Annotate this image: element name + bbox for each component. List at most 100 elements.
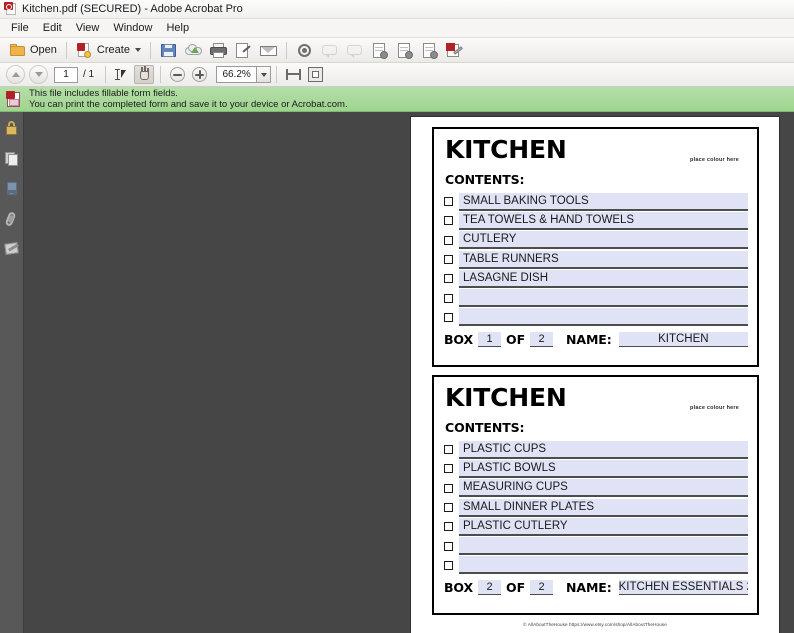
review-button[interactable] bbox=[392, 40, 417, 61]
box-total-input[interactable]: 2 bbox=[530, 580, 554, 596]
cross-out-button[interactable] bbox=[367, 40, 392, 61]
colour-note: place colour here bbox=[690, 157, 739, 163]
checkbox-field[interactable] bbox=[444, 293, 453, 303]
upload-to-cloud-button[interactable] bbox=[181, 40, 206, 61]
sidebar-item-attachments[interactable] bbox=[2, 209, 22, 229]
contents-row: SMALL DINNER PLATES bbox=[443, 498, 748, 517]
checkbox-field[interactable] bbox=[444, 235, 453, 245]
menu-item-view[interactable]: View bbox=[69, 21, 107, 35]
box-name-input[interactable]: KITCHEN bbox=[618, 332, 748, 348]
contents-input[interactable]: TABLE RUNNERS bbox=[459, 250, 748, 269]
contents-value: PLASTIC CUTLERY bbox=[463, 519, 568, 532]
contents-input[interactable]: MEASURING CUPS bbox=[459, 479, 748, 498]
checkbox-field[interactable] bbox=[444, 445, 453, 455]
main-toolbar: Open Create bbox=[0, 38, 794, 63]
checkbox-field[interactable] bbox=[444, 541, 453, 551]
contents-input[interactable]: TEA TOWELS & HAND TOWELS bbox=[459, 211, 748, 230]
menu-item-edit[interactable]: Edit bbox=[36, 21, 69, 35]
zoom-level-input[interactable]: 66.2% bbox=[216, 66, 257, 83]
checkbox-field[interactable] bbox=[444, 197, 453, 207]
checkbox-field[interactable] bbox=[444, 560, 453, 570]
name-label: NAME: bbox=[566, 580, 612, 596]
contents-input[interactable] bbox=[459, 289, 748, 308]
zoom-in-button[interactable] bbox=[189, 65, 209, 84]
contents-input[interactable]: LASAGNE DISH bbox=[459, 269, 748, 288]
open-button-label: Open bbox=[30, 44, 57, 56]
contents-input[interactable] bbox=[459, 556, 748, 575]
fit-page-button[interactable] bbox=[305, 65, 325, 84]
tools-button[interactable] bbox=[292, 40, 317, 61]
contents-row: CUTLERY bbox=[443, 231, 748, 250]
contents-input[interactable]: CUTLERY bbox=[459, 231, 748, 250]
checkbox-field[interactable] bbox=[444, 503, 453, 513]
select-tool-button[interactable] bbox=[112, 65, 132, 84]
checkbox-field[interactable] bbox=[444, 464, 453, 474]
box-name-input[interactable]: KITCHEN ESSENTIALS 2 bbox=[618, 580, 748, 596]
colour-note: place colour here bbox=[690, 405, 739, 411]
box-summary-row: BOX 2 OF 2 NAME: KITCHEN ESSENTIALS 2 bbox=[443, 580, 748, 596]
contents-input[interactable] bbox=[459, 537, 748, 556]
hand-tool-icon bbox=[136, 66, 153, 83]
next-page-button[interactable] bbox=[29, 65, 48, 84]
contents-input[interactable]: SMALL BAKING TOOLS bbox=[459, 192, 748, 211]
contents-input[interactable]: PLASTIC CUTLERY bbox=[459, 517, 748, 536]
open-button[interactable]: Open bbox=[5, 40, 61, 61]
menu-item-help[interactable]: Help bbox=[159, 21, 196, 35]
zoom-level-dropdown[interactable] bbox=[256, 66, 272, 83]
save-button[interactable] bbox=[156, 40, 181, 61]
checkbox-field[interactable] bbox=[444, 274, 453, 284]
page-number-input[interactable]: 1 bbox=[54, 66, 78, 83]
email-button[interactable] bbox=[256, 40, 281, 61]
previous-page-button[interactable] bbox=[6, 65, 25, 84]
checkbox-field[interactable] bbox=[444, 216, 453, 226]
of-label: OF bbox=[506, 332, 526, 348]
box-number-input[interactable]: 1 bbox=[478, 332, 502, 348]
checkbox-field[interactable] bbox=[444, 312, 453, 322]
box-total-input[interactable]: 2 bbox=[530, 332, 554, 348]
page-total-label: / 1 bbox=[83, 69, 95, 80]
contents-value: CUTLERY bbox=[463, 233, 517, 246]
menu-item-window[interactable]: Window bbox=[106, 21, 159, 35]
contents-rows: PLASTIC CUPS PLASTIC BOWLS MEASURING CUP… bbox=[443, 440, 748, 575]
toolbar-separator bbox=[149, 41, 151, 59]
floppy-disk-icon bbox=[160, 42, 177, 59]
text-select-icon bbox=[114, 66, 131, 83]
pdf-page: KITCHEN place colour here CONTENTS: SMAL… bbox=[411, 117, 779, 633]
sidebar-item-signatures[interactable] bbox=[2, 239, 22, 259]
document-cancel-icon bbox=[371, 42, 388, 59]
toolbar-separator bbox=[160, 66, 162, 83]
create-button-label: Create bbox=[96, 44, 130, 56]
box-number-input[interactable]: 2 bbox=[478, 580, 502, 596]
contents-input[interactable] bbox=[459, 308, 748, 327]
toolbar-separator bbox=[65, 41, 67, 59]
checkbox-field[interactable] bbox=[444, 522, 453, 532]
text-callout-button bbox=[342, 40, 367, 61]
contents-value: PLASTIC CUPS bbox=[463, 442, 547, 455]
document-approve-icon bbox=[421, 42, 438, 59]
contents-input[interactable]: PLASTIC BOWLS bbox=[459, 459, 748, 478]
approve-button[interactable] bbox=[417, 40, 442, 61]
sidebar-item-security[interactable] bbox=[2, 119, 22, 139]
fit-width-button[interactable] bbox=[283, 65, 303, 84]
comment-bubble-icon bbox=[321, 42, 338, 59]
contents-input[interactable]: SMALL DINNER PLATES bbox=[459, 498, 748, 517]
document-view[interactable]: KITCHEN place colour here CONTENTS: SMAL… bbox=[24, 112, 794, 633]
contents-row bbox=[443, 308, 748, 327]
contents-input[interactable]: PLASTIC CUPS bbox=[459, 440, 748, 459]
contents-value: MEASURING CUPS bbox=[463, 481, 568, 494]
zoom-out-button[interactable] bbox=[167, 65, 187, 84]
sidebar-item-page-thumbnails[interactable] bbox=[2, 149, 22, 169]
create-button[interactable]: Create bbox=[72, 40, 145, 61]
contents-value: PLASTIC BOWLS bbox=[463, 461, 556, 474]
print-button[interactable] bbox=[206, 40, 231, 61]
gear-icon bbox=[296, 42, 313, 59]
menu-item-file[interactable]: File bbox=[4, 21, 36, 35]
box-label: BOX bbox=[444, 580, 474, 596]
callout-bubble-icon bbox=[346, 42, 363, 59]
checkbox-field[interactable] bbox=[444, 255, 453, 265]
sidebar-item-bookmarks[interactable] bbox=[2, 179, 22, 199]
sign-button[interactable] bbox=[231, 40, 256, 61]
hand-tool-button[interactable] bbox=[134, 65, 155, 84]
checkbox-field[interactable] bbox=[444, 483, 453, 493]
fill-and-sign-button[interactable] bbox=[442, 40, 467, 61]
